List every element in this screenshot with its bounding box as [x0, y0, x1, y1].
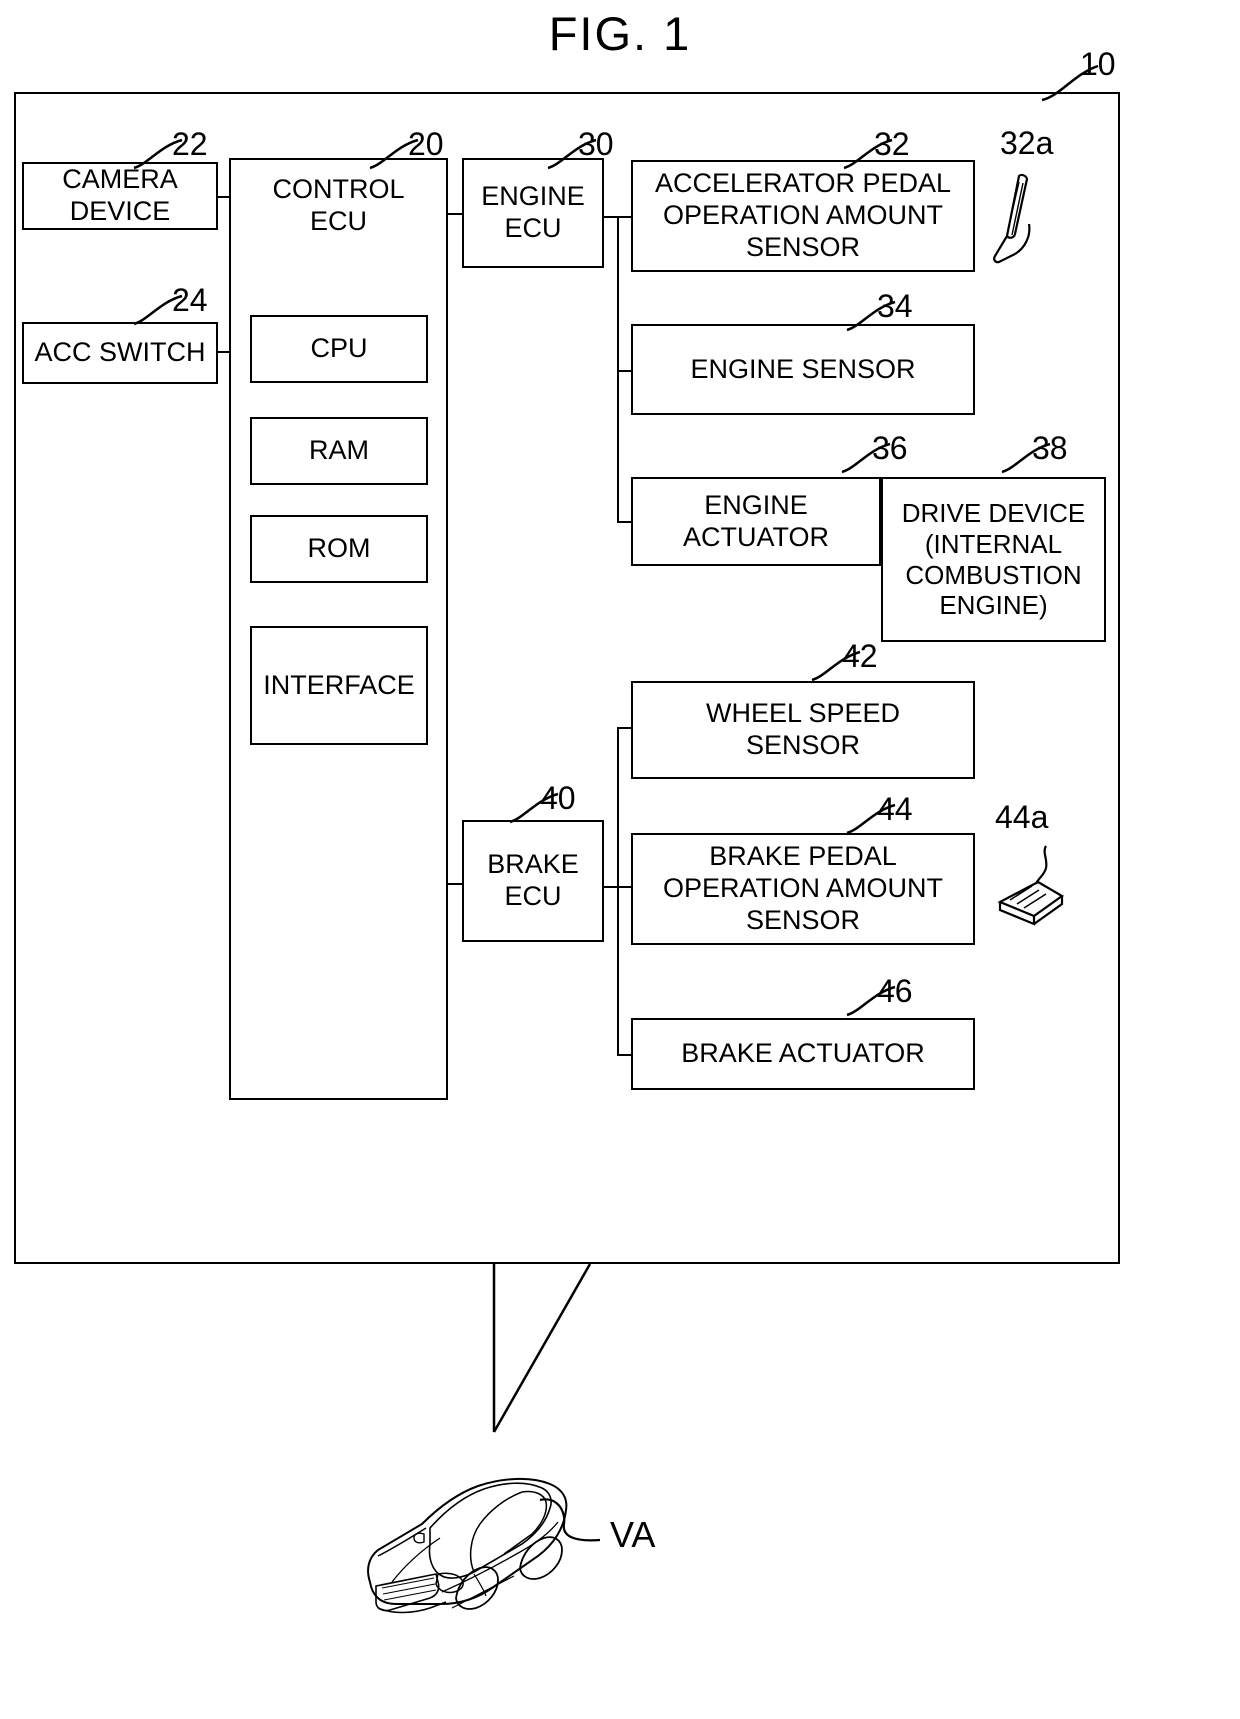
- block-brake-pedal-operation-amount-sensor-label: BRAKE PEDAL OPERATION AMOUNT SENSOR: [662, 841, 944, 935]
- ref-36: 36: [872, 430, 908, 466]
- ref-30: 30: [578, 126, 614, 162]
- ref-20: 20: [408, 126, 444, 162]
- block-engine-actuator[interactable]: ENGINE ACTUATOR: [631, 477, 881, 566]
- brake-ecu-bus-vertical: [617, 727, 619, 1054]
- ref-32: 32: [874, 126, 910, 162]
- block-rom-label: ROM: [307, 533, 371, 564]
- link-control-ecu-to-brake-ecu: [448, 883, 462, 885]
- leader-line-va: [539, 1498, 601, 1542]
- patent-figure-fig-1: FIG. 1 10 22 CAMERA DEVICE 24 ACC SWITCH…: [0, 0, 1240, 1719]
- block-brake-pedal-operation-amount-sensor[interactable]: BRAKE PEDAL OPERATION AMOUNT SENSOR: [631, 833, 975, 945]
- block-acc-switch[interactable]: ACC SWITCH: [22, 322, 218, 384]
- block-wheel-speed-sensor-label: WHEEL SPEED SENSOR: [705, 698, 901, 760]
- block-rom[interactable]: ROM: [250, 515, 428, 583]
- block-ram[interactable]: RAM: [250, 417, 428, 485]
- link-control-ecu-to-engine-ecu: [448, 213, 462, 215]
- block-engine-ecu[interactable]: ENGINE ECU: [462, 158, 604, 268]
- block-drive-device[interactable]: DRIVE DEVICE (INTERNAL COMBUSTION ENGINE…: [881, 477, 1106, 642]
- link-bus-to-brake-actuator: [617, 1054, 631, 1056]
- block-drive-device-label: DRIVE DEVICE (INTERNAL COMBUSTION ENGINE…: [901, 498, 1086, 621]
- block-interface-label: INTERFACE: [263, 669, 415, 700]
- ref-46: 46: [877, 973, 913, 1009]
- figure-title: FIG. 1: [548, 7, 692, 60]
- block-brake-actuator[interactable]: BRAKE ACTUATOR: [631, 1018, 975, 1090]
- block-brake-ecu[interactable]: BRAKE ECU: [462, 820, 604, 942]
- link-bus-to-engine-actuator: [617, 521, 631, 523]
- block-engine-actuator-label: ENGINE ACTUATOR: [682, 489, 829, 552]
- block-brake-ecu-label: BRAKE ECU: [487, 849, 579, 911]
- ref-34: 34: [877, 288, 913, 324]
- ref-38: 38: [1032, 430, 1068, 466]
- block-accelerator-pedal-operation-amount-sensor[interactable]: ACCELERATOR PEDAL OPERATION AMOUNT SENSO…: [631, 160, 975, 272]
- block-brake-actuator-label: BRAKE ACTUATOR: [681, 1038, 925, 1069]
- ref-22: 22: [172, 126, 208, 162]
- system-to-vehicle-pointer: [492, 1263, 592, 1433]
- link-bus-to-wheel-speed-sensor: [617, 727, 631, 729]
- ref-42: 42: [842, 638, 878, 674]
- link-camera-to-control-ecu: [218, 196, 231, 198]
- ref-44: 44: [877, 791, 913, 827]
- block-engine-sensor[interactable]: ENGINE SENSOR: [631, 324, 975, 415]
- link-bus-to-engine-sensor: [617, 370, 631, 372]
- block-cpu-label: CPU: [310, 333, 368, 364]
- ref-44a: 44a: [995, 799, 1049, 835]
- block-wheel-speed-sensor[interactable]: WHEEL SPEED SENSOR: [631, 681, 975, 779]
- ref-32a: 32a: [1000, 125, 1054, 161]
- accelerator-pedal-icon: [993, 173, 1031, 264]
- vehicle-label-va: VA: [610, 1514, 656, 1555]
- block-engine-ecu-label: ENGINE ECU: [481, 181, 585, 243]
- ref-10: 10: [1080, 46, 1116, 82]
- block-control-ecu-label: CONTROL ECU: [272, 174, 405, 236]
- brake-pedal-icon: [997, 845, 1065, 926]
- block-accelerator-pedal-operation-amount-sensor-label: ACCELERATOR PEDAL OPERATION AMOUNT SENSO…: [654, 168, 952, 262]
- link-acc-switch-to-control-ecu: [218, 351, 231, 353]
- engine-ecu-bus-vertical: [617, 216, 619, 522]
- block-cpu[interactable]: CPU: [250, 315, 428, 383]
- block-interface[interactable]: INTERFACE: [250, 626, 428, 745]
- block-ram-label: RAM: [309, 435, 369, 466]
- block-acc-switch-label: ACC SWITCH: [34, 337, 206, 368]
- block-engine-sensor-label: ENGINE SENSOR: [690, 353, 916, 384]
- ref-40: 40: [540, 780, 576, 816]
- ref-24: 24: [172, 282, 208, 318]
